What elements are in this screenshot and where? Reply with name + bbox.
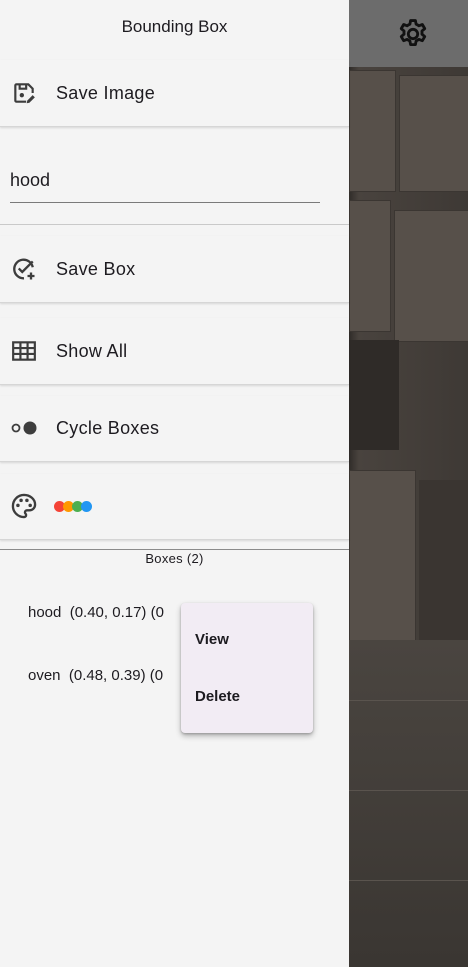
view-menu-item[interactable]: View xyxy=(195,631,229,648)
floor-line xyxy=(349,700,468,701)
gear-icon[interactable] xyxy=(396,17,430,51)
cabinet-shape xyxy=(394,210,468,342)
boxes-count-label: Boxes (2) xyxy=(145,551,204,566)
cycle-boxes-label: Cycle Boxes xyxy=(56,418,160,438)
toggle-icon xyxy=(10,414,38,442)
floor-line xyxy=(349,880,468,881)
show-all-label: Show All xyxy=(56,340,128,361)
drawer-title: Bounding Box xyxy=(121,17,228,36)
cycle-boxes-button[interactable]: Cycle Boxes xyxy=(0,396,349,462)
add-task-icon xyxy=(10,255,38,283)
grid-icon xyxy=(10,337,38,365)
oven-shape xyxy=(419,480,468,650)
floor-shape xyxy=(349,640,468,967)
delete-menu-item[interactable]: Delete xyxy=(195,688,240,705)
floor-line xyxy=(349,790,468,791)
cabinet-shape xyxy=(349,70,396,192)
show-all-button[interactable]: Show All xyxy=(0,318,349,385)
cabinet-shape xyxy=(349,200,391,332)
image-preview[interactable] xyxy=(349,0,468,967)
palette-color-dots xyxy=(54,501,92,512)
cabinet-shape xyxy=(399,75,468,192)
label-input[interactable] xyxy=(10,158,320,203)
box-list-item-oven[interactable]: oven (0.48, 0.39) (0 xyxy=(28,667,163,684)
save-image-button[interactable]: Save Image xyxy=(0,60,349,127)
label-field-container xyxy=(0,128,349,225)
box-context-menu: View Delete xyxy=(181,603,313,733)
color-palette-button[interactable] xyxy=(0,474,349,540)
save-image-label: Save Image xyxy=(56,82,156,103)
save-box-button[interactable]: Save Box xyxy=(0,236,349,303)
save-image-icon xyxy=(10,79,38,107)
save-box-label: Save Box xyxy=(56,258,136,279)
box-list-item-hood[interactable]: hood (0.40, 0.17) (0 xyxy=(28,604,164,621)
backsplash-shape xyxy=(349,340,399,450)
palette-icon xyxy=(10,492,38,520)
palette-color-dot xyxy=(81,501,92,512)
divider xyxy=(0,549,349,550)
navigation-drawer: Bounding Box Save Image Save Box xyxy=(0,0,349,967)
